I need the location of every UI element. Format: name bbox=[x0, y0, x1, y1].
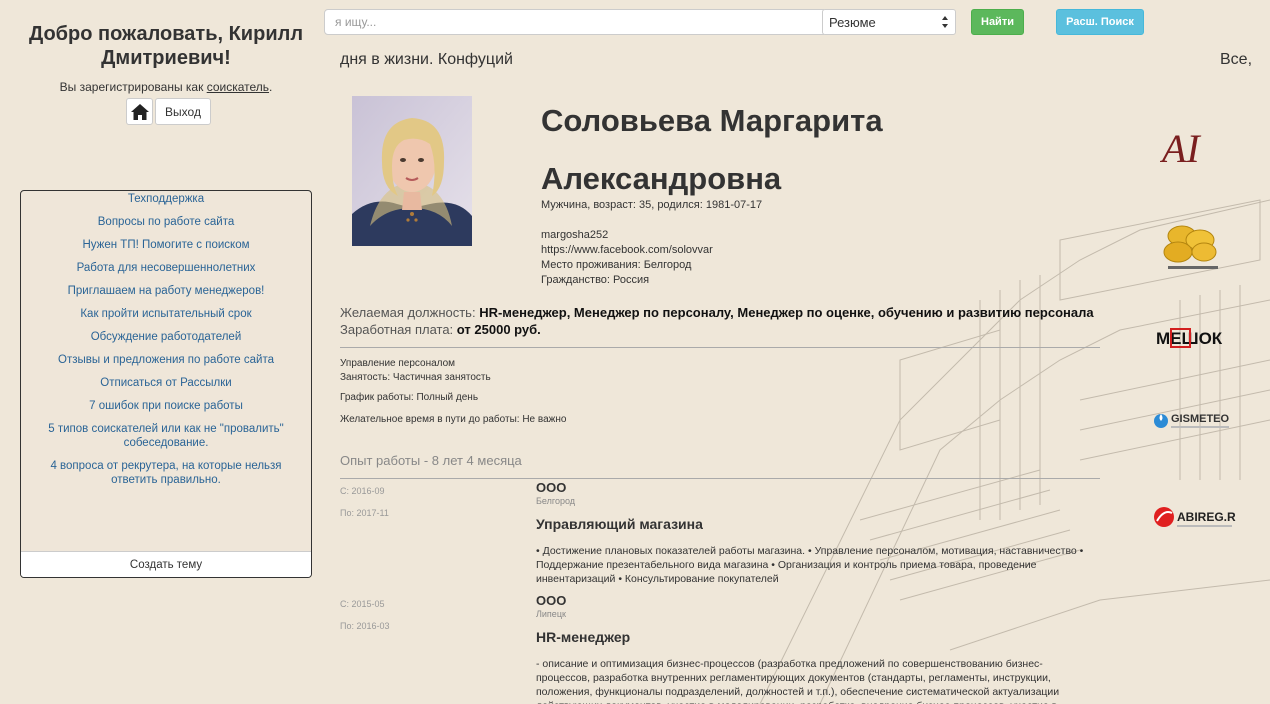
job-position: HR-менеджер bbox=[536, 629, 631, 645]
job-to: По: 2016-03 bbox=[340, 621, 390, 631]
citizenship: Гражданство: Россия bbox=[541, 274, 650, 286]
ticker-text-right: Все, bbox=[1220, 51, 1253, 68]
profile-photo bbox=[352, 96, 472, 246]
commute: Желательное время в пути до работы: Не в… bbox=[340, 414, 567, 425]
advanced-search-button[interactable]: Расш. Поиск bbox=[1056, 9, 1144, 35]
topic-link[interactable]: Обсуждение работодателей bbox=[21, 330, 311, 344]
search-placeholder: я ищу... bbox=[335, 15, 377, 29]
job-from: С: 2016-09 bbox=[340, 486, 385, 496]
welcome-panel: Добро пожаловать, Кирилл Дмитриевич! Вы … bbox=[20, 22, 312, 94]
employment-details: Управление персоналом Занятость: Частичн… bbox=[340, 357, 566, 427]
salary-label: Заработная плата: bbox=[340, 322, 454, 337]
role-link[interactable]: соискатель bbox=[207, 80, 269, 94]
topic-link[interactable]: Работа для несовершеннолетних bbox=[21, 261, 311, 275]
ticker-text-left: дня в жизни. Конфуций bbox=[340, 51, 513, 68]
ai-logo[interactable]: AI bbox=[1159, 124, 1224, 173]
find-button[interactable]: Найти bbox=[971, 9, 1024, 35]
desired-position-block: Желаемая должность: HR-менеджер, Менедже… bbox=[340, 304, 1100, 338]
field: Управление персоналом bbox=[340, 358, 456, 369]
schedule: График работы: Полный день bbox=[340, 392, 479, 403]
divider bbox=[340, 347, 1100, 348]
search-type-value: Резюме bbox=[829, 14, 876, 30]
job-position: Управляющий магазина bbox=[536, 516, 703, 532]
employment: Занятость: Частичная занятость bbox=[340, 372, 491, 383]
topics-list: Техподдержка Вопросы по работе сайта Нуж… bbox=[21, 191, 311, 487]
home-icon bbox=[130, 103, 149, 120]
topic-link[interactable]: 4 вопроса от рекрутера, на которые нельз… bbox=[21, 459, 311, 487]
registration-suffix: . bbox=[269, 80, 273, 94]
username: margosha252 bbox=[541, 229, 609, 241]
job-description: - описание и оптимизация бизнес-процессо… bbox=[536, 658, 1060, 704]
coins-logo[interactable] bbox=[1160, 222, 1226, 281]
select-arrows-icon bbox=[942, 16, 948, 28]
topic-link[interactable]: Нужен ТП! Помогите с поиском bbox=[21, 238, 311, 252]
search-input[interactable]: я ищу... bbox=[324, 9, 824, 35]
profile-info: Мужчина, возраст: 35, родился: 1981-07-1… bbox=[541, 198, 762, 288]
topic-link[interactable]: Приглашаем на работу менеджеров! bbox=[21, 284, 311, 298]
welcome-title: Добро пожаловать, Кирилл Дмитриевич! bbox=[28, 23, 304, 69]
registration-prefix: Вы зарегистрированы как bbox=[59, 80, 207, 94]
facebook-link[interactable]: https://www.facebook.com/solovvar bbox=[541, 243, 762, 258]
gismeteo-logo[interactable]: GISMETEO bbox=[1152, 408, 1232, 439]
desired-label: Желаемая должность: bbox=[340, 305, 476, 320]
create-topic-button[interactable]: Создать тему bbox=[21, 551, 311, 577]
divider bbox=[340, 478, 1100, 479]
ai-logo-text: AI bbox=[1160, 126, 1201, 168]
logout-button[interactable]: Выход bbox=[155, 98, 211, 125]
registration-status: Вы зарегистрированы как соискатель. bbox=[20, 80, 312, 94]
topic-link[interactable]: Отзывы и предложения по работе сайта bbox=[21, 353, 311, 367]
auth-row: Выход bbox=[126, 98, 211, 125]
topic-link[interactable]: Вопросы по работе сайта bbox=[21, 215, 311, 229]
desired-value: HR-менеджер, Менеджер по персоналу, Мене… bbox=[479, 305, 1094, 320]
mewok-logo[interactable]: МЕШОК bbox=[1154, 326, 1228, 355]
job-company: ООО bbox=[536, 593, 567, 608]
abireg-logo[interactable]: ABIREG.RU bbox=[1152, 503, 1244, 538]
job-description: • Достижение плановых показателей работы… bbox=[536, 545, 1084, 585]
job-to: По: 2017-11 bbox=[340, 508, 389, 518]
search-type-select[interactable]: Резюме bbox=[822, 9, 956, 35]
profile-name-line1: Соловьева Маргарита bbox=[541, 103, 883, 138]
topic-link[interactable]: Отписаться от Рассылки bbox=[21, 376, 311, 390]
job-dates: С: 2015-05 По: 2016-03 bbox=[340, 593, 390, 637]
home-button[interactable] bbox=[126, 98, 153, 125]
gismeteo-logo-text: GISMETEO bbox=[1171, 413, 1230, 425]
topic-link[interactable]: 5 типов соискателей или как не "провалит… bbox=[21, 422, 311, 450]
topic-link[interactable]: Техподдержка bbox=[21, 192, 311, 206]
job-city: Липецк bbox=[536, 609, 566, 619]
job-company: ООО bbox=[536, 480, 567, 495]
job-from: С: 2015-05 bbox=[340, 599, 385, 609]
job-city: Белгород bbox=[536, 496, 576, 506]
job-dates: С: 2016-09 По: 2017-11 bbox=[340, 480, 389, 524]
topic-link[interactable]: Как пройти испытательный срок bbox=[21, 307, 311, 321]
job-body: ООО Липецк HR-менеджер - описание и опти… bbox=[536, 593, 1096, 704]
topic-link[interactable]: 7 ошибок при поиске работы bbox=[21, 399, 311, 413]
profile-name: Соловьева Маргарита Александровна bbox=[541, 92, 1041, 208]
abireg-logo-text: ABIREG.RU bbox=[1177, 510, 1236, 524]
job-body: ООО Белгород Управляющий магазина • Дост… bbox=[536, 480, 1096, 586]
residence: Место проживания: Белгород bbox=[541, 259, 692, 271]
topics-panel: Техподдержка Вопросы по работе сайта Нуж… bbox=[20, 190, 312, 578]
gender-age: Мужчина, возраст: 35, родился: 1981-07-1… bbox=[541, 199, 763, 211]
salary-value: от 25000 руб. bbox=[456, 322, 541, 337]
experience-title: Опыт работы - 8 лет 4 месяца bbox=[340, 453, 522, 468]
